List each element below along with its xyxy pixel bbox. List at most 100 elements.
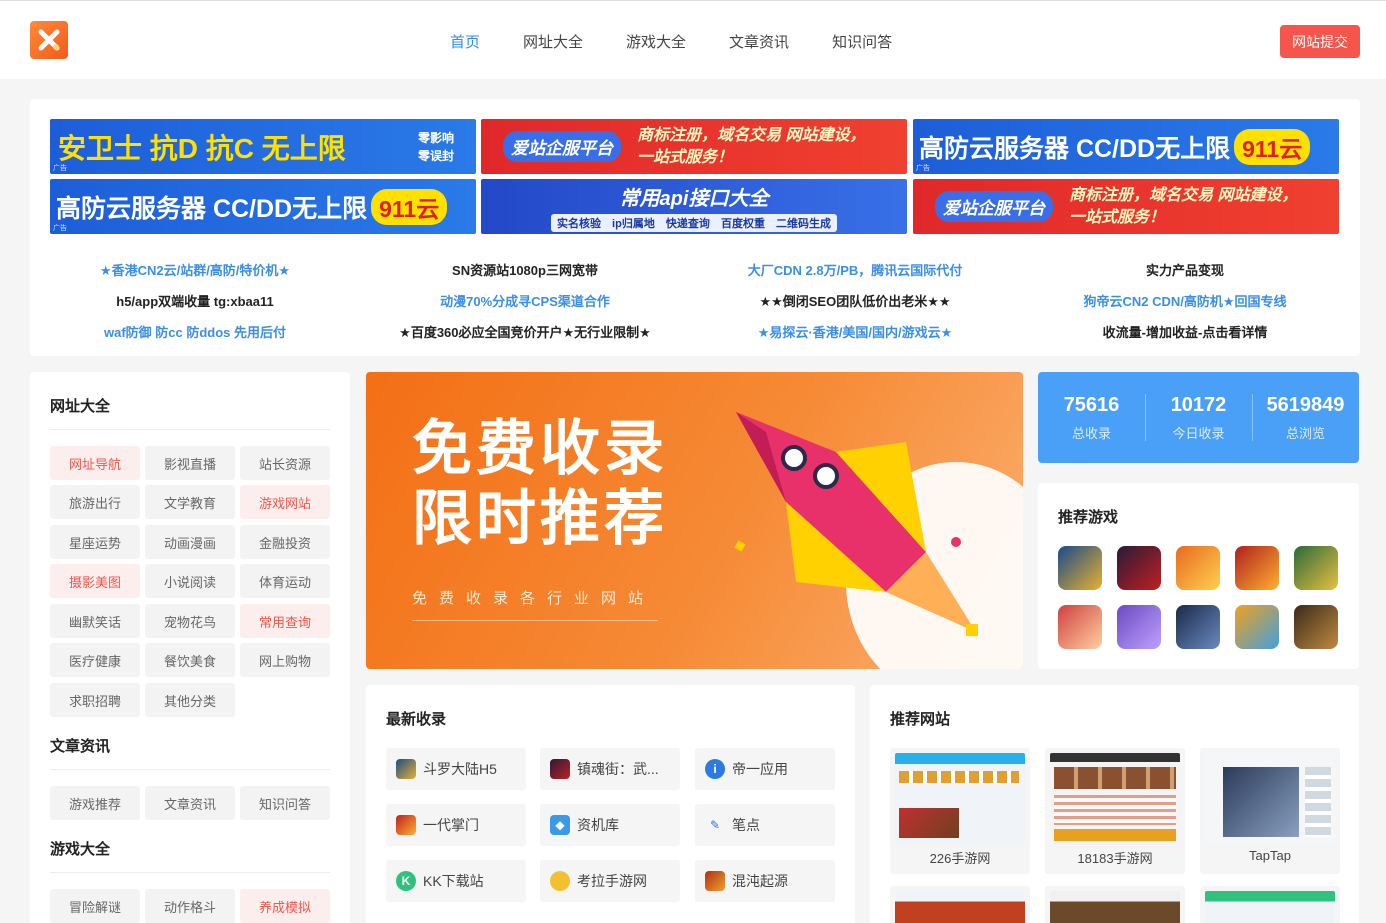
category-button[interactable]: 文学教育 xyxy=(145,485,235,519)
site-icon xyxy=(396,759,416,779)
category-button[interactable]: 游戏推荐 xyxy=(50,786,140,820)
site-item[interactable]: 斗罗大陆H5 xyxy=(386,748,526,790)
ad-banner-side: 商标注册，域名交易 网站建设，一站式服务！ xyxy=(1069,186,1298,226)
rocket-icon xyxy=(734,412,1023,669)
ad-banner[interactable]: 爱站企服平台 商标注册，域名交易 网站建设，一站式服务！ xyxy=(481,119,907,174)
text-ad-link[interactable]: 大厂CDN 2.8万/PB，腾讯云国际代付 xyxy=(690,260,1020,279)
submit-site-button[interactable]: 网站提交 xyxy=(1280,25,1360,58)
recommended-site[interactable] xyxy=(890,886,1030,923)
recommended-site[interactable] xyxy=(1045,886,1185,923)
game-thumbnail[interactable] xyxy=(1117,605,1161,649)
ad-banner-side: 商标注册，域名交易 网站建设，一站式服务！ xyxy=(637,126,866,166)
site-icon xyxy=(550,759,570,779)
site-item[interactable]: ◆ 资机库 xyxy=(540,804,680,846)
site-item[interactable]: 混沌起源 xyxy=(695,860,835,902)
category-button[interactable]: 体育运动 xyxy=(240,564,330,598)
nav-home[interactable]: 首页 xyxy=(450,31,480,52)
game-thumbnail[interactable] xyxy=(1176,605,1220,649)
category-button[interactable]: 求职招聘 xyxy=(50,683,140,717)
text-ad-link[interactable]: ★百度360必应全国竞价开户★无行业限制★ xyxy=(360,322,690,341)
site-item[interactable]: 考拉手游网 xyxy=(540,860,680,902)
game-thumbnail[interactable] xyxy=(1235,546,1279,590)
site-header: 首页 网址大全 游戏大全 文章资讯 知识问答 网站提交 xyxy=(0,0,1386,79)
category-button[interactable]: 餐饮美食 xyxy=(145,643,235,677)
text-ad-link[interactable]: 动漫70%分成寻CPS渠道合作 xyxy=(360,291,690,310)
game-thumbnail[interactable] xyxy=(1058,546,1102,590)
game-thumbnail[interactable] xyxy=(1235,605,1279,649)
site-item[interactable]: K KK下载站 xyxy=(386,860,526,902)
ad-banner[interactable]: 安卫士 抗D 抗C 无上限 零影响 零误封 广告 xyxy=(50,119,476,174)
game-thumbnail[interactable] xyxy=(1294,605,1338,649)
section-title: 最新收录 xyxy=(386,711,447,728)
game-thumbnail[interactable] xyxy=(1294,546,1338,590)
logo[interactable] xyxy=(30,21,68,59)
nav-games[interactable]: 游戏大全 xyxy=(626,31,686,52)
nav-qa[interactable]: 知识问答 xyxy=(832,31,892,52)
category-button[interactable]: 常用查询 xyxy=(240,604,330,638)
category-button[interactable]: 小说阅读 xyxy=(145,564,235,598)
category-button[interactable]: 医疗健康 xyxy=(50,643,140,677)
hero-title-line1: 免费收录 xyxy=(412,414,668,484)
text-ad-link[interactable]: 收流量-增加收益-点击看详情 xyxy=(1020,322,1350,341)
site-name: 笔点 xyxy=(732,817,760,833)
category-button[interactable]: 动画漫画 xyxy=(145,525,235,559)
recommended-site[interactable]: TapTap xyxy=(1200,748,1340,874)
category-button[interactable]: 宠物花鸟 xyxy=(145,604,235,638)
category-button[interactable]: 旅游出行 xyxy=(50,485,140,519)
category-button[interactable]: 动作格斗 xyxy=(145,889,235,923)
category-button[interactable]: 冒险解谜 xyxy=(50,889,140,923)
recommended-sites-card: 推荐网站 226手游网 18183手游网 TapTap xyxy=(870,685,1359,923)
ad-banner[interactable]: 高防云服务器 CC/DD无上限 911云 广告 xyxy=(50,179,476,234)
text-ad-link[interactable]: SN资源站1080p三网宽带 xyxy=(360,260,690,279)
ad-banner[interactable]: 常用api接口大全 实名核验 ip归属地 快递查询 百度权重 二维码生成 xyxy=(481,179,907,234)
game-thumbnail[interactable] xyxy=(1117,546,1161,590)
category-button[interactable]: 文章资讯 xyxy=(145,786,235,820)
text-ad-link[interactable]: ★★倒闭SEO团队低价出老米★★ xyxy=(690,291,1020,310)
text-ad-link[interactable]: 狗帝云CN2 CDN/高防机★回国专线 xyxy=(1020,291,1350,310)
nav-articles[interactable]: 文章资讯 xyxy=(729,31,789,52)
pen-icon: ✎ xyxy=(709,818,721,832)
site-item[interactable]: 镇魂街：武... xyxy=(540,748,680,790)
nav-sites[interactable]: 网址大全 xyxy=(523,31,583,52)
site-icon xyxy=(396,815,416,835)
category-button[interactable]: 幽默笑话 xyxy=(50,604,140,638)
category-button[interactable]: 养成模拟 xyxy=(240,889,330,923)
category-button[interactable]: 网上购物 xyxy=(240,643,330,677)
category-button[interactable]: 星座运势 xyxy=(50,525,140,559)
game-thumbnail[interactable] xyxy=(1176,546,1220,590)
text-ad-link[interactable]: h5/app双端收量 tg:xbaa11 xyxy=(30,291,360,310)
ad-banner[interactable]: 高防云服务器 CC/DD无上限 911云 广告 xyxy=(913,119,1339,174)
game-thumbnail[interactable] xyxy=(1058,605,1102,649)
recommended-site[interactable]: 226手游网 xyxy=(890,748,1030,874)
category-button[interactable]: 金融投资 xyxy=(240,525,330,559)
recommended-site[interactable]: 18183手游网 xyxy=(1045,748,1185,874)
ad-tag: 广告 xyxy=(916,165,930,172)
stat-value: 75616 xyxy=(1063,393,1120,416)
category-button[interactable]: 其他分类 xyxy=(145,683,235,717)
ad-banner-text: 爱站企服平台 xyxy=(503,131,621,162)
category-sidebar: 网址大全 网址导航 影视直播 站长资源 旅游出行 文学教育 游戏网站 星座运势 … xyxy=(30,372,350,923)
site-item[interactable]: ✎ 笔点 xyxy=(695,804,835,846)
ad-banner[interactable]: 爱站企服平台 商标注册，域名交易 网站建设，一站式服务！ xyxy=(913,179,1339,234)
category-button[interactable]: 游戏网站 xyxy=(240,485,330,519)
site-item[interactable]: 一代掌门 xyxy=(386,804,526,846)
text-ad-link[interactable]: ★香港CN2云/站群/高防/特价机★ xyxy=(30,260,360,279)
stat-views: 5619849 总浏览 xyxy=(1252,372,1359,463)
site-item[interactable]: i 帝一应用 xyxy=(695,748,835,790)
category-button[interactable]: 站长资源 xyxy=(240,446,330,480)
site-name: 18183手游网 xyxy=(1077,851,1153,866)
category-button[interactable]: 摄影美图 xyxy=(50,564,140,598)
site-screenshot xyxy=(1050,753,1180,845)
hero-banner[interactable]: 免费收录 限时推荐 免费收录各行业网站 xyxy=(366,372,1023,669)
category-button[interactable]: 影视直播 xyxy=(145,446,235,480)
site-icon xyxy=(705,871,725,891)
text-ad-link[interactable]: waf防御 防cc 防ddos 先用后付 xyxy=(30,322,360,341)
text-ad-link[interactable]: 实力产品变现 xyxy=(1020,260,1350,279)
text-ad-link[interactable]: ★易探云·香港/美国/国内/游戏云★ xyxy=(690,322,1020,341)
category-button[interactable]: 知识问答 xyxy=(240,786,330,820)
ad-banner-text: 高防云服务器 CC/DD无上限 xyxy=(56,194,368,223)
site-name: KK下载站 xyxy=(423,873,484,889)
recommended-site[interactable] xyxy=(1200,886,1340,923)
category-button[interactable]: 网址导航 xyxy=(50,446,140,480)
site-name: 一代掌门 xyxy=(423,817,479,833)
